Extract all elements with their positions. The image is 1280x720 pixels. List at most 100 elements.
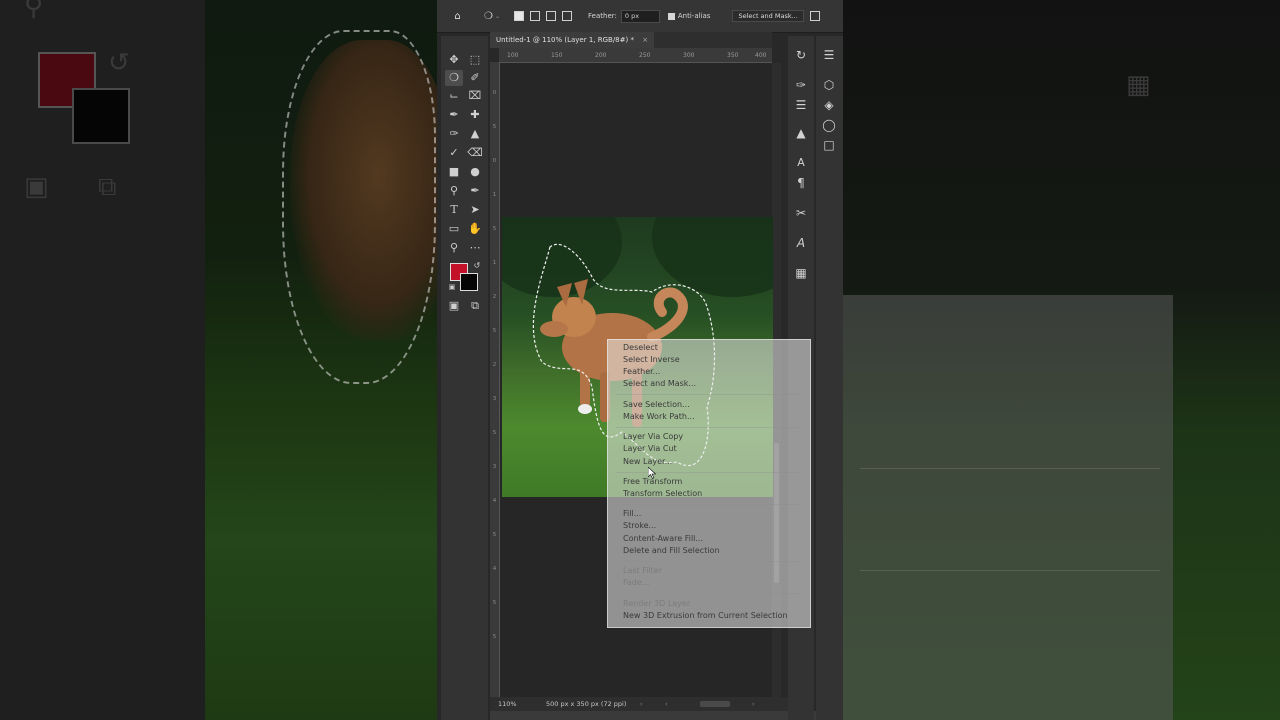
screen-mode-icon[interactable]: ⧉ <box>466 298 484 314</box>
healing-brush-tool-icon[interactable]: ✚ <box>466 107 484 123</box>
clone-stamp-tool-icon[interactable]: ▲ <box>466 126 484 142</box>
scroll-left-icon[interactable]: ‹ <box>665 697 668 711</box>
menu-item-layer-via-cut[interactable]: Layer Via Cut <box>623 444 677 453</box>
subtract-selection-icon[interactable] <box>546 11 557 21</box>
blur-tool-icon[interactable]: ● <box>466 164 484 180</box>
swap-colors-icon[interactable]: ↺ <box>468 258 486 274</box>
menu-item-layer-via-copy[interactable]: Layer Via Copy <box>623 432 683 441</box>
home-icon[interactable]: ⌂ <box>451 10 464 23</box>
menu-item-last-filter: Last Filter <box>623 566 663 575</box>
tool-presets-icon[interactable]: ✂ <box>788 204 814 222</box>
crop-tool-icon[interactable]: ⌙ <box>445 88 463 104</box>
document-tab[interactable]: Untitled-1 @ 110% (Layer 1, RGB/8#) * × <box>490 32 655 48</box>
options-bar: ⌂ ❍ ⌄ Feather: 0 px Anti-alias Select an… <box>437 0 843 33</box>
ruler-tick-label: 200 <box>595 52 607 59</box>
layers-panel-icon[interactable]: ◈ <box>816 96 842 114</box>
tool-preset-chevron-icon[interactable]: ⌄ <box>495 13 500 20</box>
gradient-tool-icon[interactable]: ■ <box>445 164 463 180</box>
menu-item-content-aware-fill[interactable]: Content-Aware Fill... <box>623 534 703 543</box>
backdrop-selection-outline <box>282 30 436 384</box>
status-arrow-icon[interactable]: › <box>640 697 643 711</box>
menu-item-select-and-mask[interactable]: Select and Mask... <box>623 379 696 388</box>
ruler-tick-label: 5 <box>492 600 497 606</box>
scroll-right-icon[interactable]: › <box>752 697 755 711</box>
history-brush-tool-icon[interactable]: ✓ <box>445 145 463 161</box>
ruler-tick-label: 5 <box>492 328 497 334</box>
brush-tool-icon[interactable]: ✑ <box>445 126 463 142</box>
menu-separator <box>616 472 802 473</box>
menu-item-deselect[interactable]: Deselect <box>623 343 658 352</box>
marquee-tool-icon[interactable]: ⬚ <box>466 52 484 68</box>
menu-item-delete-and-fill[interactable]: Delete and Fill Selection <box>623 546 720 555</box>
eyedropper-tool-icon[interactable]: ✒ <box>445 107 463 123</box>
backdrop-menu-divider <box>860 468 1160 469</box>
horizontal-ruler: 100 150 200 250 300 350 400 <box>499 48 772 63</box>
clone-source-icon[interactable]: ▲ <box>788 124 814 142</box>
history-panel-icon[interactable]: ↻ <box>788 46 814 64</box>
new-selection-icon[interactable] <box>514 11 525 21</box>
path-selection-tool-icon[interactable]: ➤ <box>466 202 484 218</box>
pen-tool-icon[interactable]: ✒ <box>466 183 484 199</box>
lasso-tool-icon[interactable]: ❍ <box>445 70 463 86</box>
frame-tool-icon[interactable]: ⌧ <box>466 88 484 104</box>
menu-item-stroke[interactable]: Stroke... <box>623 521 656 530</box>
document-tab-bar: Untitled-1 @ 110% (Layer 1, RGB/8#) * × <box>490 32 772 48</box>
anti-alias-checkbox[interactable] <box>667 12 675 20</box>
ruler-tick-label: 1 <box>492 192 497 198</box>
selection-context-menu: Deselect Select Inverse Feather... Selec… <box>607 339 811 628</box>
add-selection-icon[interactable] <box>530 11 541 21</box>
document-info[interactable]: 500 px x 350 px (72 ppi) <box>546 697 626 711</box>
ruler-tick-label: 250 <box>639 52 651 59</box>
paragraph-panel-icon[interactable]: ¶ <box>788 174 814 192</box>
quick-mask-icon[interactable]: ▣ <box>445 298 463 314</box>
default-colors-icon[interactable]: ▣ <box>443 279 461 295</box>
paths-panel-icon[interactable]: □ <box>816 136 842 154</box>
lasso-icon[interactable]: ❍ <box>482 10 495 23</box>
menu-item-transform-selection[interactable]: Transform Selection <box>623 489 702 498</box>
panel-dock-right: ☰ ⬡ ◈ ◯ □ <box>816 36 843 720</box>
glyphs-panel-icon[interactable]: A <box>788 234 814 252</box>
backdrop-zoom-icon: ⚲ <box>24 0 44 22</box>
more-tools-icon[interactable]: ⋯ <box>466 240 484 256</box>
table-panel-icon[interactable]: ▦ <box>788 264 814 282</box>
move-tool-icon[interactable]: ✥ <box>445 52 463 68</box>
character-panel-icon[interactable]: A <box>788 154 814 172</box>
menu-item-fill[interactable]: Fill... <box>623 509 641 518</box>
close-tab-icon[interactable]: × <box>642 36 648 44</box>
adjust-sliders-icon[interactable]: ☰ <box>788 96 814 114</box>
ruler-tick-label: 400 <box>755 52 767 59</box>
intersect-selection-icon[interactable] <box>562 11 573 21</box>
eraser-tool-icon[interactable]: ⌫ <box>466 145 484 161</box>
menu-item-make-work-path[interactable]: Make Work Path... <box>623 412 695 421</box>
menu-separator <box>616 504 802 505</box>
menu-item-new-layer[interactable]: New Layer... <box>623 457 672 466</box>
menu-item-select-inverse[interactable]: Select Inverse <box>623 355 680 364</box>
menu-item-save-selection[interactable]: Save Selection... <box>623 400 690 409</box>
brush-settings-icon[interactable]: ✑ <box>788 76 814 94</box>
channels-panel-icon[interactable]: ◯ <box>816 116 842 134</box>
horizontal-scrollbar-thumb[interactable] <box>700 701 730 707</box>
rectangle-tool-icon[interactable]: ▭ <box>445 221 463 237</box>
properties-panel-icon[interactable]: ☰ <box>816 46 842 64</box>
select-and-mask-button[interactable]: Select and Mask... <box>732 10 804 22</box>
type-tool-icon[interactable]: T <box>445 202 463 218</box>
menu-item-new-3d-extrusion[interactable]: New 3D Extrusion from Current Selection <box>623 611 788 620</box>
ruler-tick-label: 4 <box>492 566 497 572</box>
ruler-tick-label: 3 <box>492 396 497 402</box>
zoom-tool-icon[interactable]: ⚲ <box>445 240 463 256</box>
ruler-tick-label: 1 <box>492 260 497 266</box>
menu-separator <box>616 593 802 594</box>
window-arrange-icon[interactable] <box>809 11 820 21</box>
hand-tool-icon[interactable]: ✋ <box>466 221 484 237</box>
3d-panel-icon[interactable]: ⬡ <box>816 76 842 94</box>
ruler-tick-label: 5 <box>492 532 497 538</box>
menu-item-feather[interactable]: Feather... <box>623 367 660 376</box>
background-color-swatch[interactable] <box>460 273 478 291</box>
ruler-tick-label: 0 <box>492 90 497 96</box>
dodge-tool-icon[interactable]: ⚲ <box>445 183 463 199</box>
feather-input[interactable]: 0 px <box>620 9 660 23</box>
zoom-level[interactable]: 110% <box>498 697 517 711</box>
backdrop-quickmask-icon: ▣ <box>24 172 49 202</box>
backdrop-grid-icon: ▦ <box>1126 70 1151 100</box>
quick-selection-tool-icon[interactable]: ✐ <box>466 70 484 86</box>
